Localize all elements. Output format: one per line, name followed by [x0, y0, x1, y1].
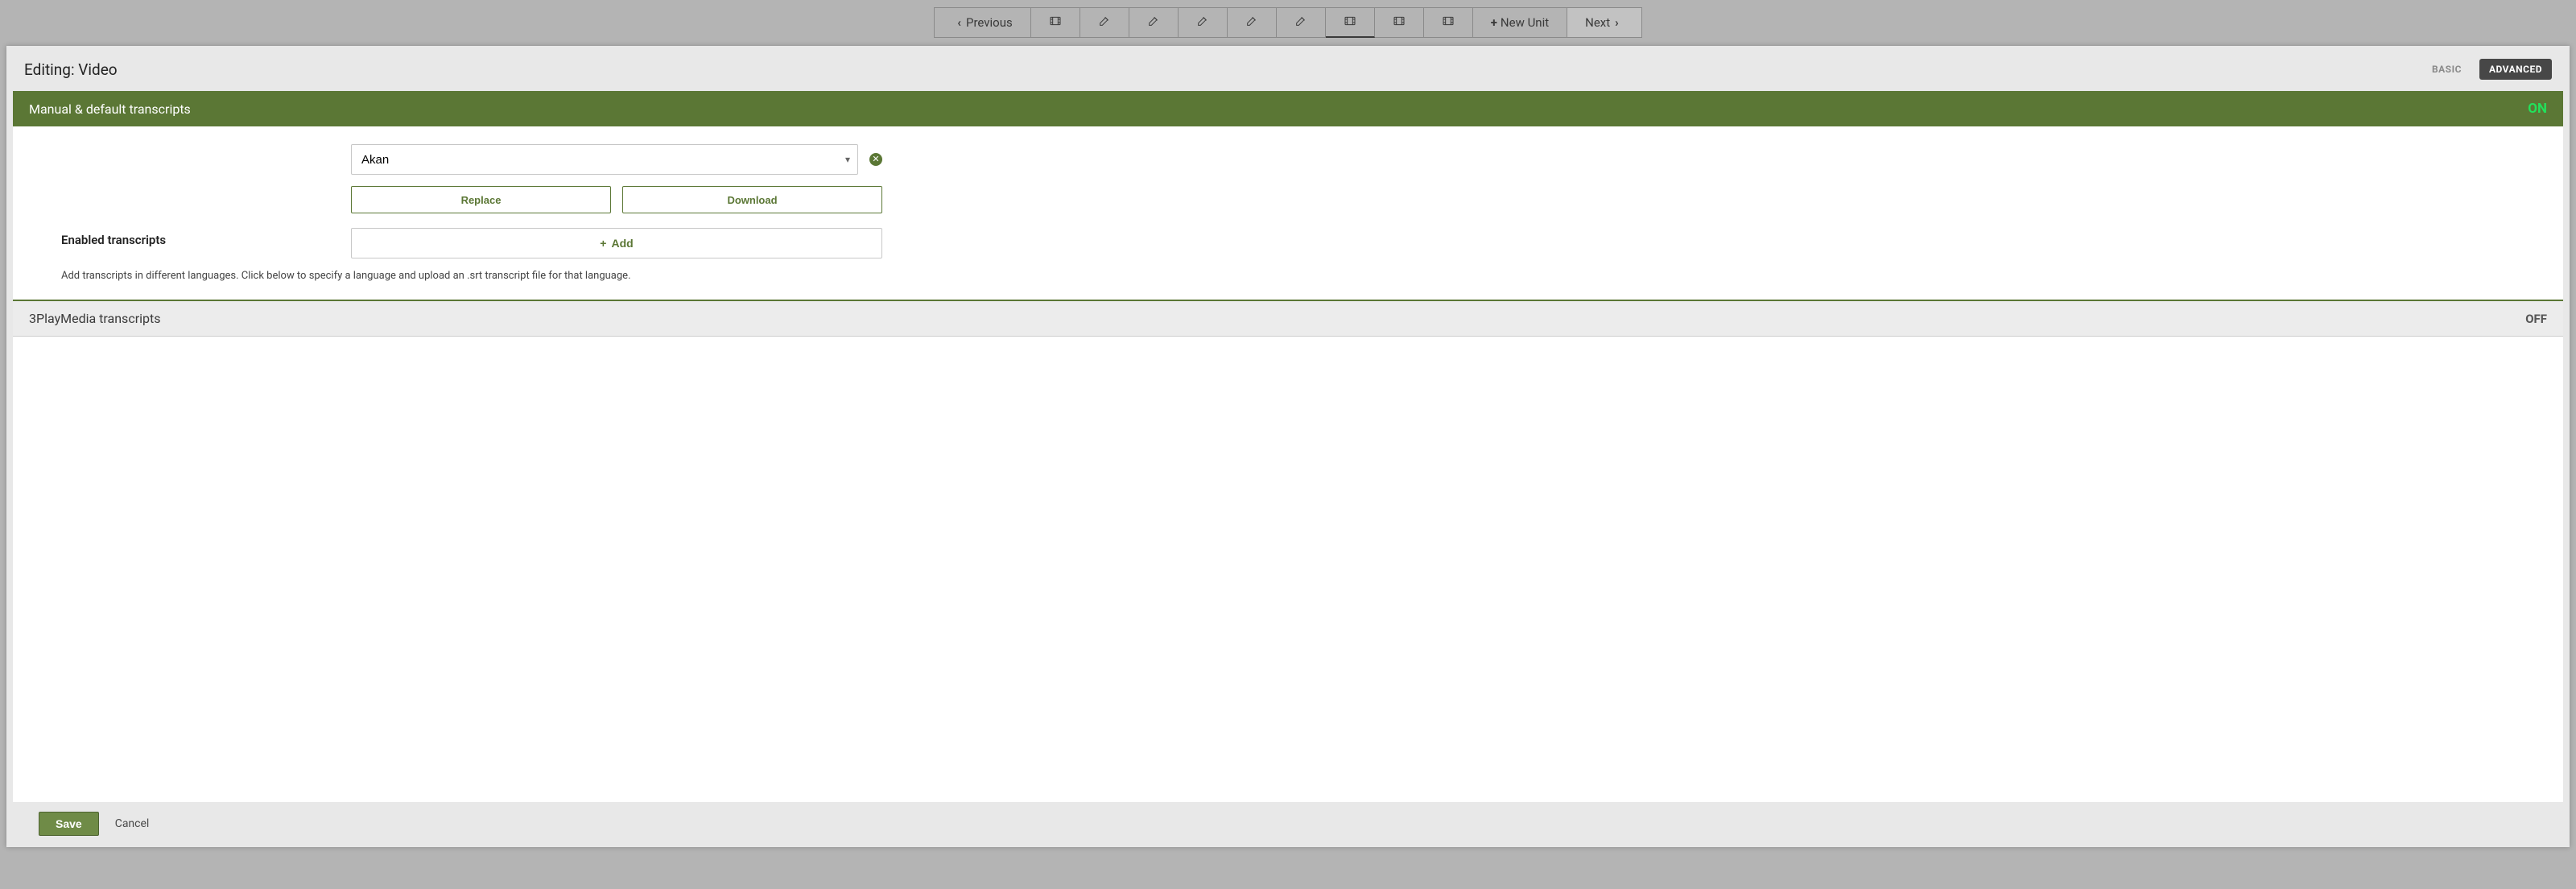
chevron-left-icon: ‹ — [957, 15, 961, 30]
unit-item-6[interactable] — [1277, 7, 1326, 38]
enabled-transcripts-label-text: Enabled transcripts — [61, 233, 166, 247]
plus-icon: + — [1491, 15, 1497, 30]
mode-tabs: BASIC ADVANCED — [2422, 59, 2552, 80]
film-icon — [1049, 14, 1062, 31]
pencil-icon — [1245, 14, 1258, 31]
language-select[interactable]: Akan — [351, 144, 858, 175]
replace-button[interactable]: Replace — [351, 186, 611, 213]
manual-transcripts-body: Enabled transcripts Akan ▾ ✕ — [13, 126, 2563, 300]
manual-transcripts-title: Manual & default transcripts — [29, 101, 191, 117]
unit-item-4[interactable] — [1179, 7, 1228, 38]
threeplay-bar[interactable]: 3PlayMedia transcripts OFF — [13, 300, 2563, 337]
unit-item-2[interactable] — [1080, 7, 1129, 38]
add-transcript-button[interactable]: + Add — [351, 228, 882, 258]
unit-item-9[interactable] — [1424, 7, 1473, 38]
edit-video-modal: Editing: Video BASIC ADVANCED Manual & d… — [6, 46, 2570, 847]
pencil-icon — [1098, 14, 1111, 31]
threeplay-title: 3PlayMedia transcripts — [29, 311, 160, 326]
unit-item-1[interactable] — [1031, 7, 1080, 38]
new-unit-button[interactable]: + New Unit — [1473, 7, 1567, 38]
cancel-button[interactable]: Cancel — [115, 817, 150, 830]
manual-transcripts-bar[interactable]: Manual & default transcripts ON — [13, 91, 2563, 126]
modal-body[interactable]: Manual & default transcripts ON Enabled … — [13, 91, 2563, 802]
film-icon — [1393, 14, 1406, 31]
remove-language-button[interactable]: ✕ — [869, 153, 882, 166]
modal-header: Editing: Video BASIC ADVANCED — [6, 46, 2570, 91]
pencil-icon — [1294, 14, 1307, 31]
unit-item-3[interactable] — [1129, 7, 1179, 38]
new-unit-label: New Unit — [1501, 15, 1549, 30]
manual-transcripts-status: ON — [2528, 101, 2547, 117]
unit-item-8[interactable] — [1375, 7, 1424, 38]
tab-advanced[interactable]: ADVANCED — [2479, 59, 2552, 80]
film-icon — [1442, 14, 1455, 31]
next-label: Next — [1585, 15, 1610, 30]
previous-label: Previous — [966, 15, 1013, 30]
pencil-icon — [1147, 14, 1160, 31]
plus-icon: + — [600, 237, 606, 250]
unit-item-7-active[interactable] — [1326, 7, 1375, 38]
unit-item-5[interactable] — [1228, 7, 1277, 38]
modal-title: Editing: Video — [24, 60, 118, 79]
close-icon: ✕ — [872, 154, 879, 164]
threeplay-status: OFF — [2525, 312, 2547, 326]
tab-basic[interactable]: BASIC — [2422, 59, 2471, 80]
save-button[interactable]: Save — [39, 812, 99, 836]
previous-button[interactable]: ‹ Previous — [934, 7, 1030, 38]
download-button[interactable]: Download — [622, 186, 882, 213]
chevron-right-icon: › — [1615, 15, 1619, 30]
film-icon — [1344, 14, 1356, 31]
enabled-transcripts-label: Enabled transcripts — [61, 144, 327, 247]
modal-footer: Save Cancel — [6, 802, 2570, 847]
threeplay-body-peek — [13, 337, 2563, 361]
help-text: Add transcripts in different languages. … — [61, 270, 2539, 282]
add-label: Add — [611, 237, 633, 250]
pencil-icon — [1196, 14, 1209, 31]
next-button[interactable]: Next › — [1567, 7, 1642, 38]
unit-nav: ‹ Previous — [0, 7, 2576, 38]
